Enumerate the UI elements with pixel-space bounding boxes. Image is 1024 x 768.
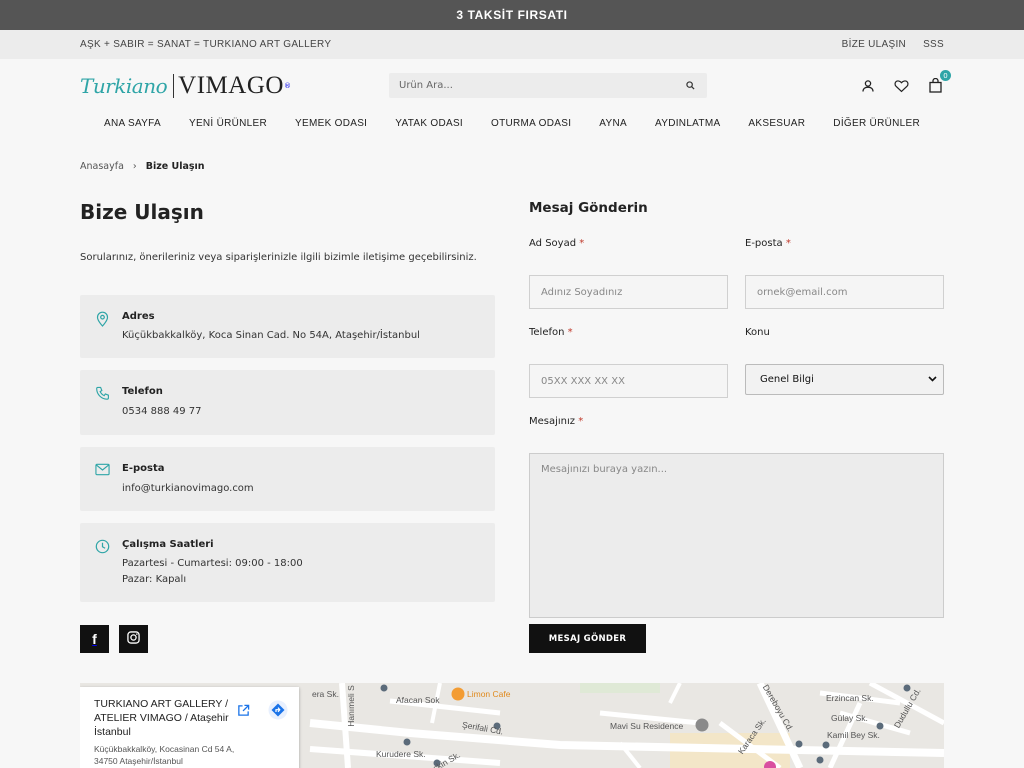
clock-icon [95,539,111,555]
nav-item-home[interactable]: ANA SAYFA [104,118,161,129]
contact-card-title: Adres [122,311,155,322]
map-place-address: Küçükbakkalköy, Kocasinan Cd 54 A, 34750… [94,744,235,766]
facebook-button[interactable]: f [80,625,109,653]
nav-item-accessories[interactable]: AKSESUAR [748,118,805,129]
directions-icon[interactable] [267,699,289,721]
map-label: era Sk. [312,689,339,699]
nav-item-other-products[interactable]: DİĞER ÜRÜNLER [833,118,920,129]
contact-card-value: Pazartesi - Cumartesi: 09:00 - 18:00 [122,558,303,569]
name-label-text: Ad Soyad [529,238,577,249]
header-icons: 0 [859,70,951,94]
phone-label: Telefon * [529,327,573,338]
top-link-contact[interactable]: BİZE ULAŞIN [842,39,906,50]
subject-selected-value: Genel Bilgi [760,374,814,385]
phone-field[interactable] [529,364,728,398]
nav-item-bedroom[interactable]: YATAK ODASI [395,118,463,129]
contact-card-value[interactable]: 0534 888 49 77 [122,406,202,417]
open-external-icon[interactable] [232,699,254,721]
phone-icon [95,386,111,402]
site-logo[interactable]: Turkiano VIMAGO ® [80,71,291,101]
top-link-faq[interactable]: SSS [923,39,944,50]
required-mark: * [785,238,791,249]
logo-script: Turkiano [80,74,168,98]
contact-card-title: Telefon [122,386,163,397]
contact-card-value: Küçükbakkalköy, Koca Sinan Cad. No 54A, … [122,330,420,341]
map-label: Mavi Su Residence [610,721,684,731]
map-label: Kamil Bey Sk. [827,730,880,740]
form-title: Mesaj Gönderin [529,200,648,216]
nav-item-lighting[interactable]: AYDINLATMA [655,118,720,129]
name-field[interactable] [529,275,728,309]
location-map[interactable]: Afacan Sok Limon Cafe Şerifali Cd. Kurud… [80,683,944,768]
map-label: Hanımeli S [345,685,356,727]
nav-item-dining-room[interactable]: YEMEK ODASI [295,118,367,129]
contact-card-title: Çalışma Saatleri [122,539,214,550]
breadcrumb: Anasayfa › Bize Ulaşın [80,161,205,172]
message-field[interactable] [529,453,944,618]
heart-icon[interactable] [893,77,910,94]
required-mark: * [579,238,585,249]
logo-divider [173,74,175,98]
message-label-text: Mesajınız [529,416,576,427]
contact-card-address: Adres Küçükbakkalköy, Koca Sinan Cad. No… [80,295,495,358]
message-label: Mesajınız * [529,416,583,427]
breadcrumb-home[interactable]: Anasayfa [80,161,124,172]
main-nav: ANA SAYFA YENİ ÜRÜNLER YEMEK ODASI YATAK… [0,118,1024,129]
required-mark: * [567,327,573,338]
name-label: Ad Soyad * [529,238,584,249]
nav-item-mirror[interactable]: AYNA [599,118,627,129]
contact-card-value[interactable]: info@turkianovimago.com [122,483,254,494]
contact-card-title: E-posta [122,463,165,474]
breadcrumb-current: Bize Ulaşın [145,161,205,172]
contact-card-email: E-posta info@turkianovimago.com [80,447,495,511]
facebook-icon: f [92,631,97,647]
map-info-card: TURKIANO ART GALLERY / ATELIER VIMAGO / … [80,687,299,768]
email-label: E-posta * [745,238,791,249]
map-label: Gülay Sk. [831,713,868,723]
search-bar [389,73,707,98]
map-label-poi: Limon Cafe [467,689,511,699]
map-label: Erzincan Sk. [826,693,874,703]
mail-icon [95,463,111,479]
tagline: AŞK + SABIR = SANAT = TURKIANO ART GALLE… [80,39,332,50]
contact-card-value: Pazar: Kapalı [122,574,187,585]
breadcrumb-separator: › [132,161,137,172]
user-icon[interactable] [859,77,876,94]
required-mark: * [578,416,584,427]
chevron-down-icon [928,374,937,385]
subject-label: Konu [745,327,770,338]
announcement-bar: 3 TAKSİT FIRSATI [0,0,1024,30]
subject-select[interactable]: Genel Bilgi [745,364,944,395]
search-icon[interactable] [683,79,697,93]
email-field[interactable] [745,275,944,309]
top-links: BİZE ULAŞIN SSS [842,39,944,50]
phone-label-text: Telefon [529,327,565,338]
instagram-button[interactable] [119,625,148,653]
logo-brand: VIMAGO [178,72,284,99]
search-input[interactable] [399,80,683,91]
logo-registered-mark: ® [283,82,291,90]
map-label: Afacan Sok [396,695,440,705]
contact-card-hours: Çalışma Saatleri Pazartesi - Cumartesi: … [80,523,495,602]
nav-item-living-room[interactable]: OTURMA ODASI [491,118,571,129]
cart-icon[interactable]: 0 [927,70,951,94]
contact-card-phone: Telefon 0534 888 49 77 [80,370,495,435]
page-title: Bize Ulaşın [80,200,204,224]
top-bar: AŞK + SABIR = SANAT = TURKIANO ART GALLE… [0,30,1024,59]
page-intro: Sorularınız, önerileriniz veya siparişle… [80,252,477,263]
site-header: Turkiano VIMAGO ® 0 ANA SAYFA YENİ ÜRÜNL… [0,59,1024,145]
cart-count-badge: 0 [940,70,951,81]
map-label: Kurudere Sk. [376,749,426,759]
map-pin-icon [95,311,111,327]
submit-button[interactable]: MESAJ GÖNDER [529,624,646,653]
nav-item-new-products[interactable]: YENİ ÜRÜNLER [189,118,267,129]
instagram-icon [127,631,140,647]
map-place-name: TURKIANO ART GALLERY / ATELIER VIMAGO / … [94,698,229,738]
email-label-text: E-posta [745,238,783,249]
